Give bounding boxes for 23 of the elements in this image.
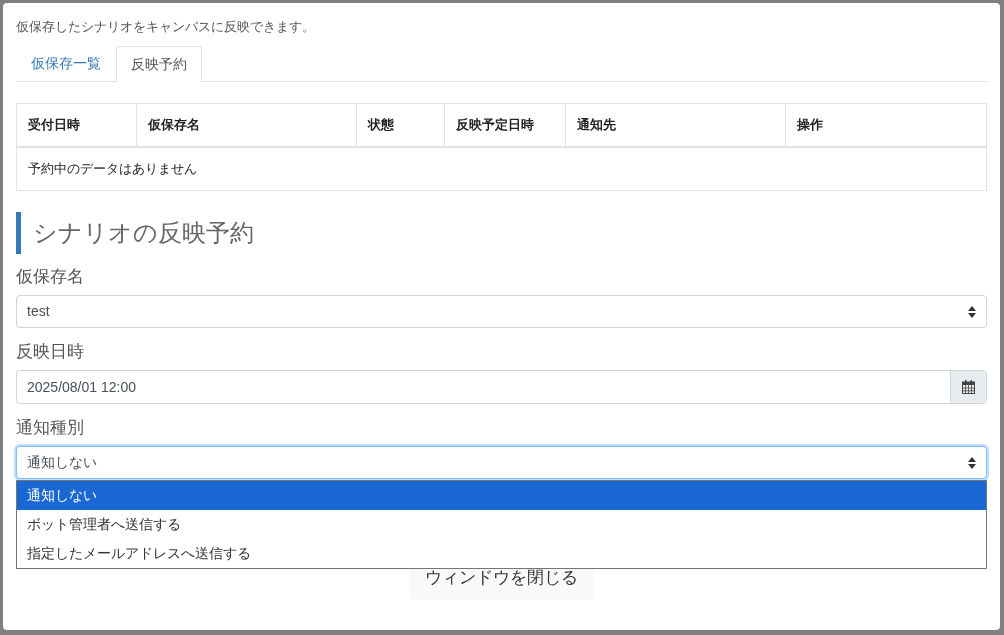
select-field[interactable]: 通知しない [16,446,987,479]
calendar-button[interactable] [950,371,986,403]
field-label: 通知種別 [16,417,85,439]
date-field[interactable]: 2025/08/01 12:00 [16,370,987,404]
section-title: シナリオの反映予約 [33,218,254,248]
tab[interactable]: 仮保存一覧 [16,46,116,81]
column-header: 受付日時 [17,104,137,146]
dropdown-option[interactable]: 通知しない [17,481,986,510]
column-header: 仮保存名 [137,104,357,146]
select-field[interactable]: test [16,295,987,328]
column-header: 状態 [357,104,445,146]
field-label: 仮保存名 [16,266,85,288]
field-label: 反映日時 [16,341,85,363]
calendar-icon [962,380,975,394]
column-header: 操作 [796,116,824,135]
empty-message: 予約中のデータはありません [27,160,198,179]
column-header: 反映予定日時 [445,104,566,146]
sort-arrows-icon [968,456,976,469]
sort-arrows-icon [968,305,976,318]
accent-bar [16,212,21,254]
intro-text: 仮保存したシナリオをキャンバスに反映できます。 [16,19,316,35]
tab[interactable]: 反映予約 [116,46,202,82]
column-header: 通知先 [566,104,786,146]
